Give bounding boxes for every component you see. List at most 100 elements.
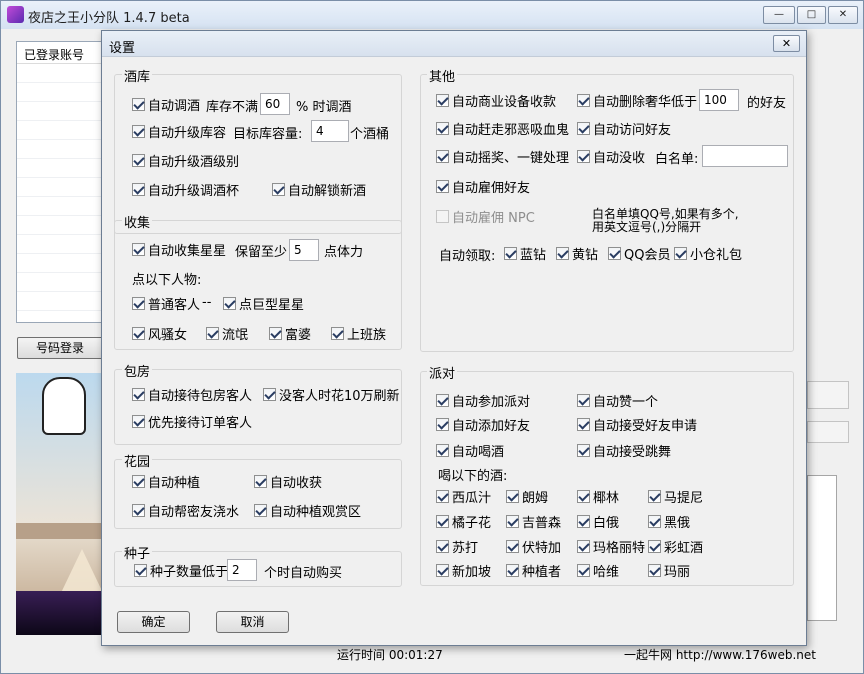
list-item[interactable] [17,178,101,197]
auto-accept-friend-checkbox[interactable]: 自动接受好友申请 [577,416,697,434]
drink-checkbox-10[interactable]: 玛格丽特 [577,538,645,556]
keep-suffix: 点体力 [324,245,364,260]
auto-drink-checkbox[interactable]: 自动喝酒 [436,442,504,460]
other-title: 其他 [427,66,458,85]
people-checkbox-0[interactable]: 风骚女 [132,325,187,343]
list-item[interactable] [17,292,101,311]
minimize-button[interactable]: — [763,6,795,24]
list-item[interactable] [17,140,101,159]
auto-chase-checkbox[interactable]: 自动赶走邪恶吸血鬼 [436,120,569,138]
drink-checkbox-15[interactable]: 玛丽 [648,562,690,580]
claim-checkbox-2[interactable]: QQ会员 [608,245,670,263]
auto-receive-checkbox[interactable]: 自动接待包房客人 [132,386,252,404]
list-item[interactable] [17,159,101,178]
drink-checkbox-4[interactable]: 橘子花 [436,513,491,531]
close-icon: ✕ [781,37,792,50]
drink-checkbox-8[interactable]: 苏打 [436,538,478,556]
stock-input[interactable]: 60 [260,93,290,115]
target-label: 目标库容量: [233,127,303,142]
stock-label: 库存不满 [206,100,259,115]
auto-hire-npc-checkbox[interactable]: 自动雇佣 NPC [436,208,535,226]
garden-title: 花园 [122,451,153,470]
normal-guest-checkbox[interactable]: 普通客人 [132,295,200,313]
auto-visit-checkbox[interactable]: 自动访问好友 [577,120,671,138]
auto-upgrade-cup-checkbox[interactable]: 自动升级调酒杯 [132,181,239,199]
cancel-button[interactable]: 取消 [216,611,289,633]
drink-checkbox-9[interactable]: 伏特加 [506,538,561,556]
auto-plant-checkbox[interactable]: 自动种植 [132,473,200,491]
list-item[interactable] [17,64,101,83]
party-title: 派对 [427,363,458,382]
auto-join-checkbox[interactable]: 自动参加派对 [436,392,530,410]
drink-checkbox-12[interactable]: 新加坡 [436,562,491,580]
seed-low-checkbox[interactable]: 种子数量低于 [134,562,228,580]
drink-checkbox-11[interactable]: 彩虹酒 [648,538,703,556]
ok-button[interactable]: 确定 [117,611,190,633]
auto-mix-checkbox[interactable]: 自动调酒 [132,96,200,114]
site-link[interactable]: 一起牛网 http://www.176web.net [624,646,816,663]
priority-order-checkbox[interactable]: 优先接待订单客人 [132,413,252,431]
list-item[interactable] [17,83,101,102]
keep-input[interactable]: 5 [289,239,319,261]
auto-upgrade-level-checkbox[interactable]: 自动升级酒级别 [132,152,239,170]
list-item[interactable] [17,102,101,121]
log-area[interactable] [807,475,837,621]
claim-checkbox-1[interactable]: 黄钻 [556,245,598,263]
big-star-checkbox[interactable]: 点巨型星星 [223,295,304,313]
drink-checkbox-13[interactable]: 种植者 [506,562,561,580]
auto-water-checkbox[interactable]: 自动帮密友浇水 [132,502,239,520]
maximize-button[interactable]: □ [797,6,826,24]
whitelist-hint-2: 用英文逗号(,)分隔开 [592,220,702,234]
refresh-checkbox[interactable]: 没客人时花10万刷新 [263,386,400,404]
auto-like-checkbox[interactable]: 自动赞一个 [577,392,658,410]
dash-separator: -- [202,295,212,310]
private-room-title: 包房 [122,361,153,380]
auto-delete-checkbox[interactable]: 自动删除奢华低于 [577,92,697,110]
auto-upgrade-cellar-checkbox[interactable]: 自动升级库容 [132,123,226,141]
target-suffix: 个酒桶 [350,127,390,142]
delete-input[interactable]: 100 [699,89,739,111]
drink-checkbox-2[interactable]: 椰林 [577,488,619,506]
auto-collect-checkbox[interactable]: 自动收集星星 [132,241,226,259]
people-checkbox-1[interactable]: 流氓 [206,325,248,343]
qq-login-button[interactable]: 号码登录 [17,337,103,359]
seed-input[interactable]: 2 [227,559,257,581]
main-close-button[interactable]: ✕ [828,6,858,24]
list-item[interactable] [17,235,101,254]
list-item[interactable] [17,273,101,292]
auto-lottery-checkbox[interactable]: 自动摇奖、一键处理 [436,148,569,166]
list-item[interactable] [17,197,101,216]
list-item[interactable] [17,121,101,140]
auto-plant-view-checkbox[interactable]: 自动种植观赏区 [254,502,361,520]
auto-confiscate-checkbox[interactable]: 自动没收 [577,148,645,166]
claim-checkbox-3[interactable]: 小仓礼包 [674,245,742,263]
auto-hire-friend-checkbox[interactable]: 自动雇佣好友 [436,178,530,196]
dialog-close-button[interactable]: ✕ [773,35,800,52]
main-title-bar: 夜店之王小分队 1.4.7 beta — □ ✕ [1,1,863,29]
drink-checkbox-3[interactable]: 马提尼 [648,488,703,506]
app-icon [7,6,24,23]
people-checkbox-3[interactable]: 上班族 [331,325,386,343]
seeds-title: 种子 [122,543,153,562]
drink-checkbox-1[interactable]: 朗姆 [506,488,548,506]
drink-checkbox-7[interactable]: 黑俄 [648,513,690,531]
list-item[interactable] [17,216,101,235]
drink-checkbox-5[interactable]: 吉普森 [506,513,561,531]
people-checkbox-2[interactable]: 富婆 [269,325,311,343]
auto-harvest-checkbox[interactable]: 自动收获 [254,473,322,491]
auto-business-checkbox[interactable]: 自动商业设备收款 [436,92,556,110]
list-item[interactable] [17,254,101,273]
auto-accept-dance-checkbox[interactable]: 自动接受跳舞 [577,442,671,460]
auto-add-friend-checkbox[interactable]: 自动添加好友 [436,416,530,434]
drink-checkbox-0[interactable]: 西瓜汁 [436,488,491,506]
auto-unlock-checkbox[interactable]: 自动解锁新酒 [272,181,366,199]
click-people-label: 点以下人物: [132,273,202,288]
drink-checkbox-14[interactable]: 哈维 [577,562,619,580]
drink-checkbox-6[interactable]: 白俄 [577,513,619,531]
account-list[interactable]: 已登录账号 [16,41,102,323]
keep-label: 保留至少 [235,245,288,260]
target-input[interactable]: 4 [311,120,349,142]
seed-suffix: 个时自动购买 [264,566,343,581]
claim-checkbox-0[interactable]: 蓝钻 [504,245,546,263]
whitelist-input[interactable] [702,145,788,167]
